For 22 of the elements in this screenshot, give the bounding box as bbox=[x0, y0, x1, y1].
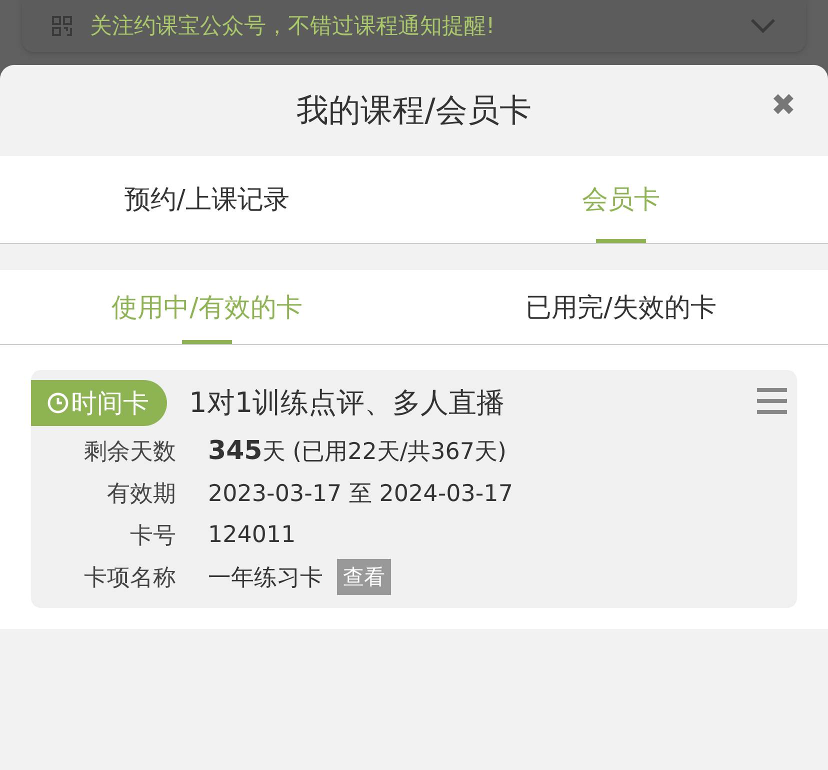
field-label: 剩余天数 bbox=[83, 438, 176, 466]
tab[interactable]: 会员卡 bbox=[414, 156, 828, 243]
notice-text: 关注约课宝公众号，不错过课程通知提醒! bbox=[90, 13, 496, 41]
tab[interactable]: 已用完/失效的卡 bbox=[414, 270, 828, 344]
chevron-down-icon[interactable] bbox=[750, 18, 776, 34]
tab[interactable]: 预约/上课记录 bbox=[0, 156, 414, 243]
field-value: 124011 bbox=[208, 522, 296, 548]
field-value: 2023-03-17 至 2024-03-17 bbox=[208, 480, 513, 508]
clock-icon bbox=[47, 392, 69, 414]
card-title: 1对1训练点评、多人直播 bbox=[189, 385, 505, 421]
card-type-badge: 时间卡 bbox=[31, 380, 167, 426]
view-button[interactable]: 查看 bbox=[337, 559, 391, 595]
field-label: 卡号 bbox=[129, 522, 176, 550]
qr-code-icon bbox=[52, 16, 72, 36]
field-value: 345天 (已用22天/共367天) bbox=[208, 436, 506, 466]
tab[interactable]: 使用中/有效的卡 bbox=[0, 270, 414, 344]
sheet-title: 我的课程/会员卡 bbox=[296, 90, 532, 130]
menu-icon[interactable] bbox=[757, 388, 787, 414]
field-value: 一年练习卡 bbox=[208, 564, 323, 592]
field-label: 卡项名称 bbox=[83, 564, 176, 592]
field-label: 有效期 bbox=[106, 480, 176, 508]
close-button[interactable]: ✖ bbox=[770, 91, 796, 121]
